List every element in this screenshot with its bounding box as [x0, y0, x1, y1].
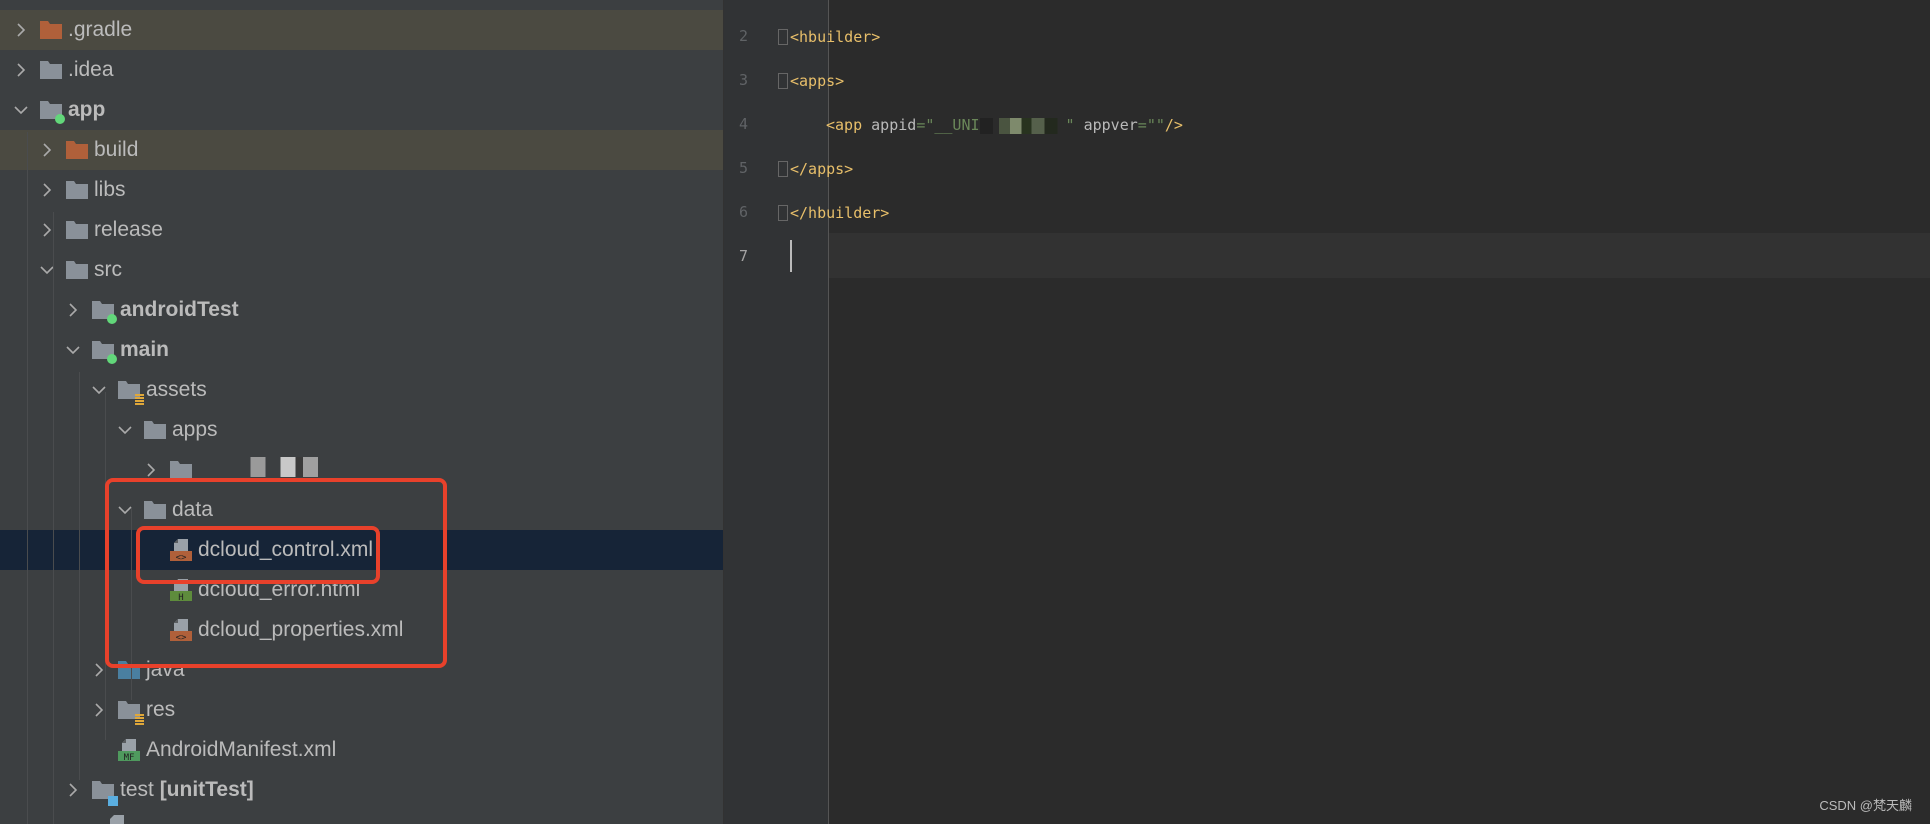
tree-item[interactable]: res — [0, 690, 723, 730]
chevron-right-icon[interactable] — [92, 663, 106, 677]
tree-item-label: main — [120, 338, 170, 361]
tree-item-qualifier: [unitTest] — [159, 778, 254, 801]
folder-orange-icon — [66, 139, 88, 161]
code-line[interactable]: <apps> — [790, 71, 844, 91]
breadcrumb-path — [0, 0, 723, 10]
indent-guide — [27, 132, 28, 824]
folder-orange-icon — [40, 19, 62, 41]
tree-item-label: src — [94, 258, 122, 281]
tree-item-label: .idea — [68, 58, 114, 81]
chevron-down-icon[interactable] — [14, 103, 28, 117]
tree-item-label: test [unitTest] — [120, 778, 254, 801]
module-folder-icon — [92, 339, 117, 364]
chevron-right-icon[interactable] — [40, 223, 54, 237]
folder-icon — [144, 419, 166, 441]
tree-item[interactable]: MF AndroidManifest.xml — [0, 730, 723, 770]
chevron-right-icon[interactable] — [144, 463, 158, 477]
resource-folder-icon — [118, 379, 144, 405]
tree-item-label: build — [94, 138, 139, 161]
line-number: 7 — [738, 247, 748, 265]
code-editor[interactable]: 2 <hbuilder> 3 <apps> 4 <app appid="__UN… — [724, 0, 1930, 824]
tree-item[interactable]: build — [0, 130, 723, 170]
tree-item[interactable]: app — [0, 90, 723, 130]
current-line-highlight — [829, 233, 1930, 278]
tree-item[interactable]: src — [0, 250, 723, 290]
tree-item-label: res — [146, 698, 176, 721]
code-line[interactable]: </hbuilder> — [790, 203, 889, 223]
attr-eq: = — [916, 116, 926, 134]
attr-value: "" — [1146, 116, 1165, 134]
chevron-down-icon[interactable] — [66, 343, 80, 357]
module-folder-icon — [92, 299, 117, 324]
text-caret — [790, 240, 792, 272]
attr-value-end: " — [1065, 116, 1084, 134]
tree-item-label: app — [68, 98, 106, 121]
code-line[interactable]: <app appid="__UNI " appver=""/> — [826, 115, 1183, 135]
chevron-right-icon[interactable] — [14, 23, 28, 37]
chevron-right-icon[interactable] — [40, 183, 54, 197]
line-number: 3 — [738, 71, 748, 89]
folder-icon — [66, 259, 88, 281]
tree-item-label: release — [94, 218, 163, 241]
resource-folder-icon — [118, 699, 144, 725]
line-number: 6 — [738, 203, 748, 221]
chevron-right-icon[interactable] — [66, 303, 80, 317]
folder-icon — [66, 219, 88, 241]
manifest-file-icon: MF — [118, 739, 140, 763]
chevron-right-icon[interactable] — [92, 703, 106, 717]
chevron-right-icon[interactable] — [66, 783, 80, 797]
tree-item[interactable]: test [unitTest] — [0, 770, 723, 810]
tree-item[interactable]: apps — [0, 410, 723, 450]
tree-item[interactable]: assets — [0, 370, 723, 410]
tree-item[interactable]: .idea — [0, 50, 723, 90]
tree-item-label: apps — [172, 418, 218, 441]
xml-tag: <app — [826, 116, 872, 134]
attr-name: appver — [1083, 116, 1138, 134]
folder-icon — [66, 179, 88, 201]
fold-icon[interactable] — [778, 29, 788, 45]
chevron-right-icon[interactable] — [40, 143, 54, 157]
code-line[interactable]: </apps> — [790, 159, 853, 179]
attr-eq: = — [1137, 116, 1147, 134]
redacted-block — [979, 117, 1066, 134]
tree-item[interactable]: androidTest — [0, 290, 723, 330]
watermark: CSDN @梵天麟 — [1819, 798, 1912, 813]
tree-item-label: assets — [146, 378, 207, 401]
fold-icon[interactable] — [778, 205, 788, 221]
indent-guide — [79, 372, 80, 780]
tree-item[interactable]: main — [0, 330, 723, 370]
tree-item-label: AndroidManifest.xml — [146, 738, 337, 761]
svg-text:MF: MF — [124, 753, 135, 761]
tree-item-label: libs — [94, 178, 126, 201]
test-folder-icon — [92, 779, 118, 806]
chevron-down-icon[interactable] — [92, 383, 106, 397]
file-icon — [106, 815, 128, 824]
tree-item-label: .gradle — [68, 18, 133, 41]
line-number: 4 — [738, 115, 748, 133]
xml-tag-close: /> — [1164, 116, 1183, 134]
chevron-down-icon[interactable] — [118, 423, 132, 437]
chevron-down-icon[interactable] — [40, 263, 54, 277]
code-line[interactable]: <hbuilder> — [790, 27, 880, 47]
attr-name: appid — [871, 116, 917, 134]
chevron-right-icon[interactable] — [14, 63, 28, 77]
indent-guide — [53, 212, 54, 824]
highlight-box-file — [136, 526, 380, 584]
attr-value: "__UNI — [925, 116, 980, 134]
tree-item-label: androidTest — [120, 298, 239, 321]
line-number: 2 — [738, 27, 748, 45]
tree-item[interactable]: release — [0, 210, 723, 250]
fold-icon[interactable] — [778, 73, 788, 89]
project-tree[interactable]: .gradle .idea app build libs release src androi… — [0, 0, 724, 824]
folder-icon — [40, 59, 62, 81]
module-folder-icon — [40, 99, 65, 124]
tree-item[interactable]: libs — [0, 170, 723, 210]
line-number: 5 — [738, 159, 748, 177]
redacted-block — [198, 457, 348, 477]
tree-item[interactable]: .gradle — [0, 10, 723, 50]
fold-icon[interactable] — [778, 161, 788, 177]
